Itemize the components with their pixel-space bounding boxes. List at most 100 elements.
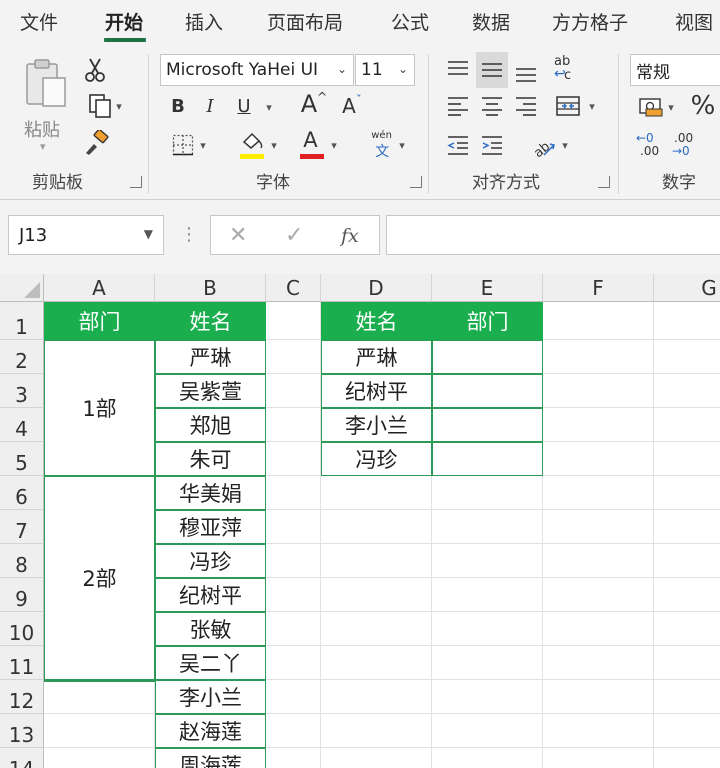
cell-b6[interactable]: 华美娟 — [155, 476, 266, 510]
cell-b10[interactable]: 张敏 — [155, 612, 266, 646]
row-header-9[interactable]: 9 — [0, 578, 44, 612]
cell-e5[interactable] — [432, 442, 543, 476]
formula-input[interactable] — [386, 215, 720, 255]
row-header-10[interactable]: 10 — [0, 612, 44, 646]
row-header-13[interactable]: 13 — [0, 714, 44, 748]
cell-d4[interactable]: 李小兰 — [321, 408, 432, 442]
cell-b4[interactable]: 郑旭 — [155, 408, 266, 442]
tab-data[interactable]: 数据 — [472, 8, 510, 35]
align-center-button[interactable] — [478, 92, 506, 120]
grid-line — [44, 713, 720, 714]
cell-b2[interactable]: 严琳 — [155, 340, 266, 374]
font-name-combo[interactable]: Microsoft YaHei UI ⌄ — [160, 54, 354, 86]
align-bottom-button[interactable] — [512, 56, 540, 88]
increase-decimal-button[interactable]: ←0 .00 — [632, 130, 666, 160]
cell-d5[interactable]: 冯珍 — [321, 442, 432, 476]
cell-b8[interactable]: 冯珍 — [155, 544, 266, 578]
column-header-a[interactable]: A — [44, 274, 155, 302]
cell-a12-merged[interactable] — [44, 680, 155, 682]
cell-b1[interactable]: 姓名 — [155, 302, 266, 340]
row-header-6[interactable]: 6 — [0, 476, 44, 510]
cell-b12[interactable]: 李小兰 — [155, 680, 266, 714]
tab-insert[interactable]: 插入 — [185, 8, 223, 35]
cell-b5[interactable]: 朱可 — [155, 442, 266, 476]
name-box[interactable]: J13 ▼ — [8, 215, 164, 255]
cell-e4[interactable] — [432, 408, 543, 442]
column-header-d[interactable]: D — [321, 274, 432, 302]
decrease-indent-button[interactable] — [444, 130, 472, 160]
bold-button[interactable]: B — [166, 92, 190, 120]
tab-formulas[interactable]: 公式 — [391, 8, 429, 35]
row-header-4[interactable]: 4 — [0, 408, 44, 442]
decrease-decimal-button[interactable]: .00 →0 — [668, 130, 702, 160]
merge-center-button[interactable]: ▾ — [548, 90, 602, 122]
tab-fangfang-gezi[interactable]: 方方格子 — [552, 8, 628, 35]
column-header-c[interactable]: C — [266, 274, 321, 302]
borders-button[interactable]: ▾ — [164, 130, 214, 160]
row-header-5[interactable]: 5 — [0, 442, 44, 476]
column-header-e[interactable]: E — [432, 274, 543, 302]
formula-bar-resize-handle[interactable]: ⋮ — [180, 224, 198, 245]
align-left-button[interactable] — [444, 92, 472, 120]
cancel-icon[interactable]: ✕ — [229, 223, 247, 248]
tab-page-layout[interactable]: 页面布局 — [267, 8, 343, 35]
cell-a2-merged[interactable]: 1部 — [44, 340, 155, 476]
cell-d2[interactable]: 严琳 — [321, 340, 432, 374]
underline-button[interactable]: U — [232, 92, 256, 120]
clipboard-launcher-icon[interactable] — [130, 176, 142, 188]
phonetic-button[interactable]: wén 文 ▾ — [362, 128, 412, 162]
tab-file[interactable]: 文件 — [20, 8, 58, 35]
grow-font-button[interactable]: A ^ — [298, 88, 330, 120]
cell-d3[interactable]: 纪树平 — [321, 374, 432, 408]
align-right-button[interactable] — [512, 92, 540, 120]
cell-a6-merged[interactable]: 2部 — [44, 476, 155, 680]
percent-style-button[interactable]: % — [688, 90, 718, 122]
underline-dropdown-icon[interactable]: ▾ — [262, 96, 276, 118]
insert-function-icon[interactable]: fx — [341, 225, 359, 247]
paste-button[interactable]: 粘贴 ▾ — [20, 58, 72, 154]
alignment-launcher-icon[interactable] — [598, 176, 610, 188]
cell-b13[interactable]: 赵海莲 — [155, 714, 266, 748]
select-all-button[interactable] — [0, 274, 44, 302]
cell-a1[interactable]: 部门 — [44, 302, 155, 340]
align-top-button[interactable] — [444, 54, 472, 86]
font-launcher-icon[interactable] — [410, 176, 422, 188]
wrap-text-button[interactable]: ab c ↩ — [550, 52, 582, 88]
shrink-font-button[interactable]: Aˇ — [336, 92, 368, 120]
cell-e2[interactable] — [432, 340, 543, 374]
font-color-button[interactable]: A ▾ — [292, 128, 344, 162]
tab-home[interactable]: 开始 — [105, 8, 143, 35]
row-header-11[interactable]: 11 — [0, 646, 44, 680]
cell-b9[interactable]: 纪树平 — [155, 578, 266, 612]
increase-indent-button[interactable] — [478, 130, 506, 160]
cell-b3[interactable]: 吴紫萱 — [155, 374, 266, 408]
column-header-b[interactable]: B — [155, 274, 266, 302]
row-header-7[interactable]: 7 — [0, 510, 44, 544]
italic-button[interactable]: I — [198, 92, 222, 120]
row-header-8[interactable]: 8 — [0, 544, 44, 578]
row-header-12[interactable]: 12 — [0, 680, 44, 714]
accounting-format-button[interactable]: ▾ — [630, 92, 682, 122]
tab-view[interactable]: 视图 — [675, 8, 713, 35]
cell-b7[interactable]: 穆亚萍 — [155, 510, 266, 544]
copy-button[interactable]: ▾ — [80, 92, 130, 120]
cell-e1[interactable]: 部门 — [432, 302, 543, 340]
enter-icon[interactable]: ✓ — [285, 223, 303, 248]
column-header-f[interactable]: F — [543, 274, 654, 302]
font-size-combo[interactable]: 11 ⌄ — [355, 54, 415, 86]
format-painter-button[interactable] — [82, 128, 110, 158]
row-header-3[interactable]: 3 — [0, 374, 44, 408]
column-header-g[interactable]: G — [654, 274, 720, 302]
row-header-2[interactable]: 2 — [0, 340, 44, 374]
align-middle-button[interactable] — [476, 52, 508, 88]
row-header-14[interactable]: 14 — [0, 748, 44, 768]
cell-d1[interactable]: 姓名 — [321, 302, 432, 340]
fill-color-button[interactable]: ▾ — [232, 128, 284, 162]
cut-button[interactable] — [82, 56, 108, 84]
orientation-button[interactable]: ab ▾ — [524, 128, 574, 162]
row-header-1[interactable]: 1 — [0, 302, 44, 340]
cell-b14[interactable]: 周海莲 — [155, 748, 266, 768]
cell-b11[interactable]: 吴二丫 — [155, 646, 266, 680]
number-format-combo[interactable]: 常规 — [630, 54, 720, 86]
cell-e3[interactable] — [432, 374, 543, 408]
